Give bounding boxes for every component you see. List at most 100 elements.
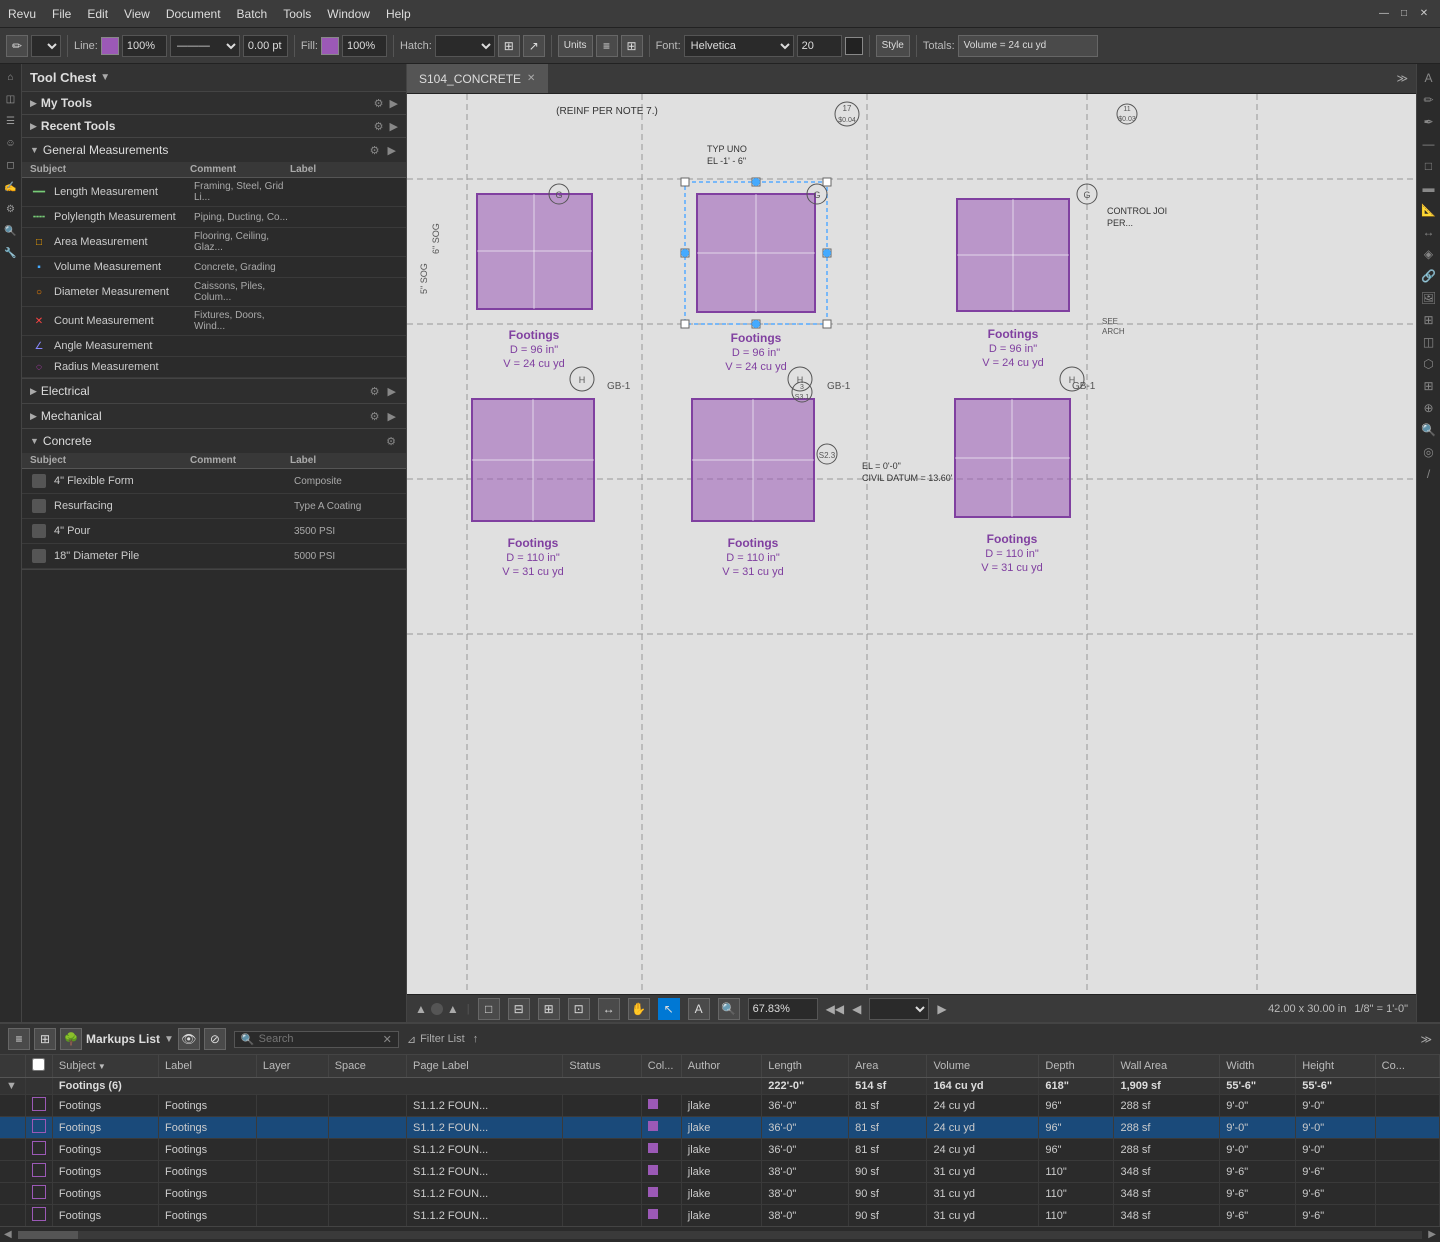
menu-batch[interactable]: Batch	[237, 7, 268, 21]
menu-window[interactable]: Window	[327, 7, 370, 21]
tool-chest-caret-icon[interactable]: ▼	[100, 72, 110, 83]
menu-revu[interactable]: Revu	[8, 7, 36, 21]
electrical-header[interactable]: ▶ Electrical ⚙ ▶	[22, 379, 406, 403]
filter-list-action[interactable]: ⊿ Filter List	[407, 1033, 465, 1046]
triangle-left-icon[interactable]: ▲	[415, 1002, 427, 1016]
rt-compare-icon[interactable]: ⊞	[1419, 310, 1439, 330]
table-row[interactable]: Footings Footings S1.1.2 FOUN... jlake 3…	[0, 1139, 1440, 1161]
general-measurements-settings-icon[interactable]: ⚙	[368, 144, 382, 157]
col-depth-header[interactable]: Depth	[1039, 1055, 1114, 1078]
mechanical-expand-icon[interactable]: ▶	[386, 410, 398, 423]
pan-icon[interactable]: ✋	[628, 998, 650, 1020]
menu-tools[interactable]: Tools	[283, 7, 311, 21]
rt-zoom-icon[interactable]: 🔍	[1419, 420, 1439, 440]
col-label-header[interactable]: Label	[158, 1055, 256, 1078]
col-subject-header[interactable]: Subject	[52, 1055, 158, 1078]
length-measurement-row[interactable]: ━━ Length Measurement Framing, Steel, Gr…	[22, 178, 406, 207]
line-style-select[interactable]: ———	[170, 35, 240, 57]
rt-calibrate-icon[interactable]: ◎	[1419, 442, 1439, 462]
electrical-settings-icon[interactable]: ⚙	[368, 385, 382, 398]
markups-search-box[interactable]: 🔍 ✕	[234, 1031, 399, 1048]
col-author-header[interactable]: Author	[681, 1055, 762, 1078]
text-tool-icon[interactable]: A	[688, 998, 710, 1020]
table-row[interactable]: Footings Footings S1.1.2 FOUN... jlake 3…	[0, 1161, 1440, 1183]
rt-measure-icon[interactable]: 📐	[1419, 200, 1439, 220]
mechanical-settings-icon[interactable]: ⚙	[368, 410, 382, 423]
triangle-right-icon[interactable]: ▲	[447, 1002, 459, 1016]
area-measurement-row[interactable]: □ Area Measurement Flooring, Ceiling, Gl…	[22, 228, 406, 257]
font-select[interactable]: Helvetica	[684, 35, 794, 57]
electrical-expand-icon[interactable]: ▶	[386, 385, 398, 398]
page-select[interactable]	[869, 998, 929, 1020]
my-tools-section[interactable]: ▶ My Tools ⚙ ▶	[22, 92, 406, 115]
markups-list-caret-icon[interactable]: ▼	[164, 1034, 174, 1045]
scroll-left-icon[interactable]: ◀	[0, 1229, 16, 1240]
hatch-icon-btn[interactable]: ⊞	[498, 35, 520, 57]
fill-opacity-input[interactable]	[342, 35, 387, 57]
general-measurements-header[interactable]: ▼ General Measurements ⚙ ▶	[22, 138, 406, 162]
rt-slash-icon[interactable]: /	[1419, 464, 1439, 484]
nav-fwd-icon[interactable]: ▶	[937, 1002, 946, 1016]
rt-dimension-icon[interactable]: ↔	[1419, 222, 1439, 242]
style-button[interactable]: Style	[876, 35, 910, 57]
nav-back-icon[interactable]: ◀	[852, 1002, 861, 1016]
four-pour-row[interactable]: 4" Pour 3500 PSI	[22, 519, 406, 544]
menu-view[interactable]: View	[124, 7, 150, 21]
user-icon[interactable]: ☺	[2, 134, 20, 152]
hatch-edit-btn[interactable]: ↗	[523, 35, 545, 57]
tools-icon[interactable]: 🔧	[2, 244, 20, 262]
rt-annotate-icon[interactable]: ✏	[1419, 90, 1439, 110]
rt-layers-icon[interactable]: ◫	[1419, 332, 1439, 352]
recent-tools-expand-icon[interactable]: ▶	[390, 120, 398, 133]
tab-close-icon[interactable]: ✕	[527, 73, 535, 84]
radius-measurement-row[interactable]: ◌ Radius Measurement	[22, 357, 406, 378]
maximize-button[interactable]: □	[1396, 6, 1412, 22]
panel-overflow-icon[interactable]: ≫	[1420, 1033, 1432, 1046]
my-tools-expand-icon[interactable]: ▶	[390, 97, 398, 110]
table-row[interactable]: Footings Footings S1.1.2 FOUN... jlake 3…	[0, 1095, 1440, 1117]
minimize-button[interactable]: —	[1376, 6, 1392, 22]
units-grid-btn[interactable]: ⊞	[621, 35, 643, 57]
col-co-header[interactable]: Co...	[1375, 1055, 1439, 1078]
col-layer-header[interactable]: Layer	[256, 1055, 328, 1078]
col-area-header[interactable]: Area	[849, 1055, 927, 1078]
col-col-header[interactable]: Col...	[641, 1055, 681, 1078]
layers-icon[interactable]: ◫	[2, 90, 20, 108]
totals-value-button[interactable]: Volume = 24 cu yd	[958, 35, 1098, 57]
rt-line-icon[interactable]: —	[1419, 134, 1439, 154]
table-row[interactable]: Footings Footings S1.1.2 FOUN... jlake 3…	[0, 1205, 1440, 1227]
table-row[interactable]: Footings Footings S1.1.2 FOUN... jlake 3…	[0, 1117, 1440, 1139]
close-button[interactable]: ✕	[1416, 6, 1432, 22]
rt-link-icon[interactable]: 🔗	[1419, 266, 1439, 286]
rt-stamp-icon[interactable]: ◈	[1419, 244, 1439, 264]
menu-edit[interactable]: Edit	[87, 7, 108, 21]
recent-tools-section[interactable]: ▶ Recent Tools ⚙ ▶	[22, 115, 406, 138]
zoom-input[interactable]	[748, 998, 818, 1020]
split-v-icon[interactable]: ⊟	[508, 998, 530, 1020]
col-length-header[interactable]: Length	[762, 1055, 849, 1078]
units-icon-btn[interactable]: ≡	[596, 35, 618, 57]
signatures-icon[interactable]: ✍	[2, 178, 20, 196]
fill-color-swatch[interactable]	[321, 37, 339, 55]
count-measurement-row[interactable]: ✕ Count Measurement Fixtures, Doors, Win…	[22, 307, 406, 336]
col-wall-area-header[interactable]: Wall Area	[1114, 1055, 1220, 1078]
select-rect-icon[interactable]: □	[478, 998, 500, 1020]
concrete-settings-icon[interactable]: ⚙	[384, 435, 398, 448]
col-expand[interactable]	[0, 1055, 25, 1078]
rt-panel-icon[interactable]: A	[1419, 68, 1439, 88]
col-volume-header[interactable]: Volume	[927, 1055, 1039, 1078]
rt-3d-icon[interactable]: ⬡	[1419, 354, 1439, 374]
split-h-icon[interactable]: ⊞	[538, 998, 560, 1020]
select-all-checkbox[interactable]	[32, 1058, 45, 1071]
rt-image-icon[interactable]: 🖼	[1419, 288, 1439, 308]
diameter-pile-row[interactable]: 18" Diameter Pile 5000 PSI	[22, 544, 406, 569]
units-button[interactable]: Units	[558, 35, 593, 57]
home-icon[interactable]: ⌂	[2, 68, 20, 86]
recent-tools-settings-icon[interactable]: ⚙	[372, 120, 386, 133]
col-page-label-header[interactable]: Page Label	[407, 1055, 563, 1078]
markups-tree-icon[interactable]: 🌳	[60, 1028, 82, 1050]
fit-width-icon[interactable]: ↔	[598, 998, 620, 1020]
scroll-thumb[interactable]	[18, 1231, 78, 1239]
tab-overflow-icon[interactable]: ≫	[1388, 72, 1416, 85]
comments-icon[interactable]: ◻	[2, 156, 20, 174]
